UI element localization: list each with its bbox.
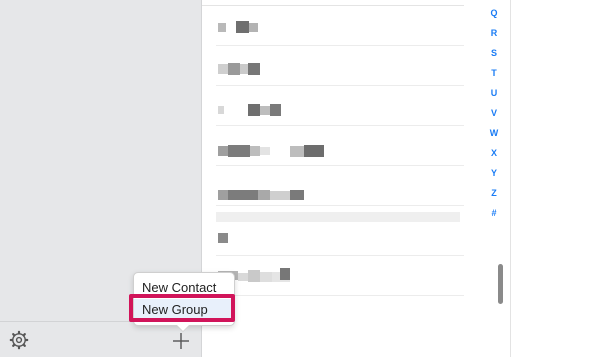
blurred-name <box>248 270 260 282</box>
blurred-name <box>218 106 224 114</box>
blurred-name <box>248 63 260 75</box>
index-letter[interactable]: T <box>484 68 504 78</box>
index-letter[interactable]: V <box>484 108 504 118</box>
contact-row[interactable] <box>216 166 464 222</box>
blurred-name <box>248 104 260 116</box>
new-group-highlight <box>129 294 235 322</box>
alphabet-index[interactable]: Q R S T U V W X Y Z # <box>484 0 504 230</box>
contact-row[interactable] <box>216 216 464 256</box>
blurred-name <box>270 191 290 200</box>
contact-row[interactable] <box>216 126 464 166</box>
sidebar-footer <box>0 321 202 357</box>
contact-list[interactable]: N <box>202 0 510 357</box>
blurred-name <box>240 64 248 74</box>
scrollbar-thumb[interactable] <box>498 264 503 304</box>
blurred-name <box>228 63 240 75</box>
blurred-name <box>260 272 272 282</box>
blurred-name <box>236 21 249 33</box>
blurred-name <box>249 23 258 32</box>
blurred-name <box>290 190 304 200</box>
plus-icon[interactable] <box>172 332 190 350</box>
blurred-name <box>270 104 281 116</box>
blurred-name <box>218 23 226 32</box>
blurred-name <box>258 190 270 200</box>
blurred-name <box>218 190 228 200</box>
contact-detail-pane <box>510 0 610 357</box>
index-letter[interactable]: Y <box>484 168 504 178</box>
blurred-name <box>218 64 228 74</box>
index-letter[interactable]: S <box>484 48 504 58</box>
contact-row[interactable] <box>216 256 464 296</box>
blurred-name <box>228 145 250 157</box>
contact-row[interactable] <box>216 86 464 126</box>
gear-icon[interactable] <box>9 330 29 350</box>
index-letter[interactable]: Z <box>484 188 504 198</box>
index-letter[interactable]: # <box>484 208 504 218</box>
blurred-name <box>250 146 260 156</box>
index-letter[interactable]: U <box>484 88 504 98</box>
index-letter[interactable]: Q <box>484 8 504 18</box>
blurred-name <box>290 146 304 157</box>
blurred-name <box>280 268 290 280</box>
index-letter[interactable]: X <box>484 148 504 158</box>
blurred-name <box>218 146 228 156</box>
blurred-name <box>260 106 270 115</box>
contact-row[interactable] <box>216 6 464 46</box>
index-letter[interactable]: W <box>484 128 504 138</box>
blurred-name <box>238 273 248 281</box>
contact-row[interactable] <box>216 46 464 86</box>
blurred-name <box>260 147 270 155</box>
blurred-name <box>218 233 228 243</box>
blurred-name <box>228 190 258 200</box>
index-letter[interactable]: R <box>484 28 504 38</box>
popup-arrow <box>176 324 190 331</box>
blurred-name <box>304 145 324 157</box>
